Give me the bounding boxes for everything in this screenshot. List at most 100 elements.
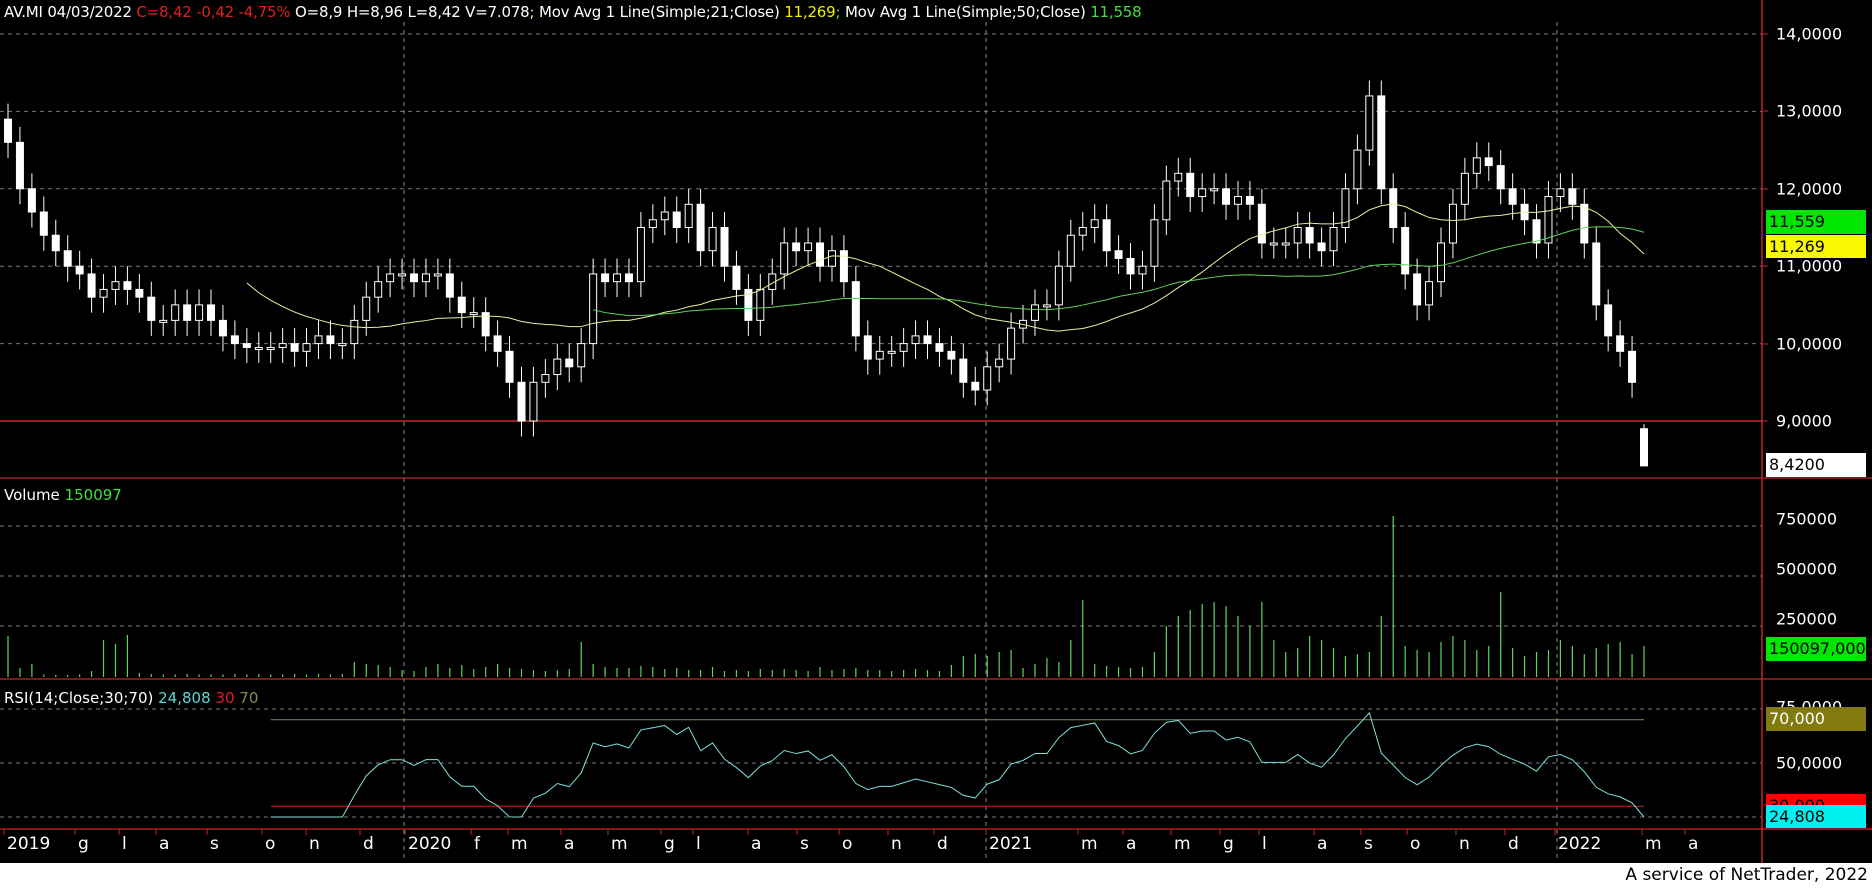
candle-body — [923, 335, 932, 345]
candle-body — [410, 273, 419, 283]
candle-body — [1102, 219, 1111, 252]
candle-body — [911, 335, 920, 345]
candle-body — [624, 273, 633, 283]
footer-text: A service of NetTrader, 2022 — [1625, 865, 1868, 885]
candle-body — [971, 381, 980, 391]
volume-legend: Volume 150097 — [4, 486, 122, 504]
candle-body — [648, 219, 657, 228]
candle-body — [4, 118, 12, 143]
candle-body — [433, 273, 442, 277]
candle-body — [1293, 227, 1302, 244]
candle-body — [39, 211, 48, 236]
x-tick-label: s — [800, 834, 809, 854]
candle-body — [529, 381, 538, 422]
candle-body — [1496, 165, 1505, 190]
separator: ; — [529, 3, 535, 21]
x-tick-label: g — [664, 834, 675, 854]
ma21-value-box: 11,269 — [1766, 235, 1866, 258]
candle-body — [672, 211, 681, 229]
candle-body — [326, 335, 335, 345]
candle-body — [75, 265, 84, 275]
candle-body — [983, 366, 992, 391]
x-tick-label: l — [122, 834, 127, 854]
volume-tick: 250000 — [1776, 609, 1838, 629]
volume-tick: 500000 — [1776, 559, 1838, 579]
candle-body — [1198, 188, 1207, 198]
x-tick-label: o — [842, 834, 853, 854]
candle-body — [338, 343, 347, 347]
candle-body — [445, 273, 454, 298]
candle-body — [1030, 304, 1039, 321]
candle-body — [1162, 180, 1171, 221]
candle-body — [553, 358, 562, 376]
candle-body — [242, 343, 251, 348]
candle-body — [469, 312, 478, 316]
candle-body — [51, 234, 60, 252]
chart-canvas[interactable] — [0, 0, 1872, 888]
change: C=8,42 -0,42 -4,75% — [136, 3, 291, 21]
candle-body — [1007, 327, 1016, 360]
ma21-label: Mov Avg 1 Line(Simple;21;Close) — [538, 3, 780, 21]
separator: ; — [835, 3, 841, 21]
candle-body — [1640, 428, 1648, 467]
candle-body — [302, 343, 311, 352]
candle-body — [804, 242, 813, 252]
candle-body — [839, 250, 848, 283]
candle-body — [780, 242, 789, 275]
candle-body — [1090, 219, 1099, 228]
rsi-high: 70 — [239, 689, 259, 707]
price-tick: 11,0000 — [1776, 256, 1843, 276]
x-tick-label: s — [210, 834, 219, 854]
x-tick-label: g — [78, 834, 89, 854]
candle-body — [1580, 203, 1589, 244]
x-tick-label: 2019 — [7, 834, 51, 854]
x-tick-label: n — [891, 834, 902, 854]
candle-body — [362, 296, 371, 321]
symbol: AV.MI — [4, 3, 43, 21]
chart-header: AV.MI 04/03/2022 C=8,42 -0,42 -4,75% O=8… — [4, 3, 1142, 21]
candle-body — [1174, 172, 1183, 182]
candle-body — [1233, 196, 1242, 205]
candle-body — [1329, 227, 1338, 252]
x-tick-label: m — [1645, 834, 1662, 854]
volume-tick: 750000 — [1776, 509, 1838, 529]
candle-body — [541, 374, 550, 383]
x-tick-label: d — [1508, 834, 1519, 854]
candle-body — [1365, 95, 1374, 151]
x-tick-label: d — [937, 834, 948, 854]
candle-body — [1281, 242, 1290, 246]
candle-body — [1210, 188, 1219, 192]
candle-body — [183, 304, 192, 321]
candle-body — [63, 250, 72, 267]
candle-body — [27, 188, 36, 213]
candle-body — [1317, 242, 1326, 252]
x-tick-label: 2022 — [1558, 834, 1602, 854]
x-tick-label: d — [363, 834, 374, 854]
x-tick-label: 2020 — [408, 834, 452, 854]
candle-body — [99, 288, 108, 298]
x-tick-label: a — [751, 834, 762, 854]
candle-body — [218, 319, 227, 337]
candle-body — [613, 273, 622, 283]
candle-body — [386, 273, 395, 283]
candle-body — [457, 296, 466, 314]
x-tick-label: a — [1126, 834, 1137, 854]
x-tick-label: l — [1262, 834, 1267, 854]
candle-body — [1484, 157, 1493, 167]
candle-body — [1126, 257, 1135, 275]
candle-body — [696, 203, 705, 252]
date: 04/03/2022 — [47, 3, 132, 21]
candle-body — [935, 343, 944, 352]
price-tick: 12,0000 — [1776, 179, 1843, 199]
candle-body — [1544, 196, 1553, 244]
candle-body — [171, 304, 180, 321]
candle-body — [350, 319, 359, 345]
candle-body — [1305, 227, 1314, 244]
candle-body — [1460, 172, 1469, 205]
x-tick-label: 2021 — [989, 834, 1033, 854]
chart-window: AV.MI 04/03/2022 C=8,42 -0,42 -4,75% O=8… — [0, 0, 1872, 888]
candle-body — [863, 335, 872, 360]
candle-body — [135, 288, 144, 298]
candle-body — [636, 227, 645, 283]
candle-body — [314, 335, 323, 345]
